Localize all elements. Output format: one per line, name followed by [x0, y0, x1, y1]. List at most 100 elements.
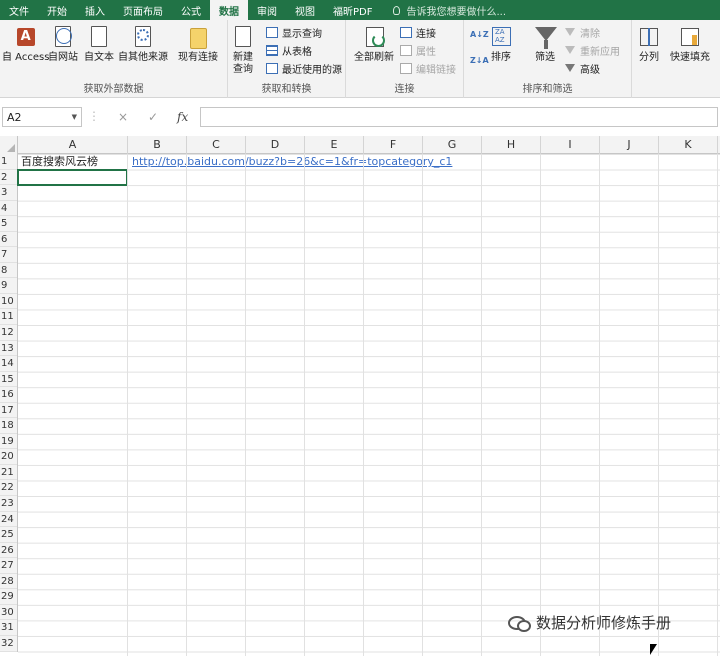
row-header-15[interactable]: 15	[0, 372, 17, 388]
tab-insert[interactable]: 插入	[76, 0, 114, 20]
row-header-3[interactable]: 3	[0, 185, 17, 201]
row-header-13[interactable]: 13	[0, 341, 17, 357]
from-access-button[interactable]: A 自 Access	[2, 24, 49, 64]
column-header-f[interactable]: F	[364, 136, 423, 154]
row-header-10[interactable]: 10	[0, 294, 17, 310]
gridline	[717, 154, 718, 656]
ribbon: A 自 Access 自网站 自文本 自其他来源 现有连接 获取外部数据 新建 …	[0, 20, 720, 98]
row-header-2[interactable]: 2	[0, 170, 17, 186]
group-label-get-transform: 获取和转换	[261, 84, 312, 95]
row-header-24[interactable]: 24	[0, 512, 17, 528]
column-header-i[interactable]: I	[541, 136, 600, 154]
reapply-button[interactable]: 重新应用	[564, 42, 620, 59]
ribbon-tab-bar: 文件 开始 插入 页面布局 公式 数据 审阅 视图 福昕PDF 告诉我您想要做什…	[0, 0, 720, 20]
row-header-5[interactable]: 5	[0, 216, 17, 232]
row-header-25[interactable]: 25	[0, 527, 17, 543]
lightbulb-icon	[393, 5, 401, 15]
from-table-button[interactable]: 从表格	[266, 42, 312, 59]
access-icon: A	[16, 28, 35, 46]
recent-sources-button[interactable]: 最近使用的源	[266, 60, 342, 77]
new-query-button[interactable]: 新建 查询	[232, 24, 254, 76]
table-icon	[266, 44, 278, 56]
tab-review[interactable]: 审阅	[248, 0, 286, 20]
tab-home[interactable]: 开始	[38, 0, 76, 20]
tab-foxit-pdf[interactable]: 福昕PDF	[324, 0, 381, 20]
column-header-c[interactable]: C	[187, 136, 246, 154]
advanced-filter-button[interactable]: 高级	[564, 60, 600, 77]
tell-me-search[interactable]: 告诉我您想要做什么...	[393, 0, 506, 20]
cell-b1-hyperlink[interactable]: http://top.baidu.com/buzz?b=26&c=1&fr=to…	[132, 154, 452, 169]
row-header-20[interactable]: 20	[0, 449, 17, 465]
row-header-4[interactable]: 4	[0, 201, 17, 217]
row-header-17[interactable]: 17	[0, 403, 17, 419]
from-text-button[interactable]: 自文本	[84, 24, 114, 64]
watermark: 数据分析师修炼手册	[508, 612, 671, 633]
row-header-32[interactable]: 32	[0, 636, 17, 652]
row-header-19[interactable]: 19	[0, 434, 17, 450]
row-header-8[interactable]: 8	[0, 263, 17, 279]
tab-data[interactable]: 数据	[210, 0, 248, 20]
row-header-30[interactable]: 30	[0, 605, 17, 621]
from-web-button[interactable]: 自网站	[48, 24, 78, 64]
gridline	[304, 154, 305, 656]
from-other-sources-button[interactable]: 自其他来源	[118, 24, 168, 64]
row-header-26[interactable]: 26	[0, 543, 17, 559]
column-header-g[interactable]: G	[423, 136, 482, 154]
worksheet-grid: ABCDEFGHIJK 1 2 3 4 5 6 7 8 9 10 11 12 13 14 15 16 17 18 1…	[0, 136, 720, 656]
row-header-28[interactable]: 28	[0, 574, 17, 590]
column-header-b[interactable]: B	[128, 136, 187, 154]
edit-links-button[interactable]: 编辑链接	[400, 60, 456, 77]
cancel-icon[interactable]: ×	[118, 110, 128, 124]
column-header-k[interactable]: K	[659, 136, 718, 154]
cell-a1[interactable]: 百度搜索风云榜	[21, 154, 98, 169]
column-header-e[interactable]: E	[305, 136, 364, 154]
row-header-11[interactable]: 11	[0, 309, 17, 326]
row-header-23[interactable]: 23	[0, 496, 17, 512]
column-header-d[interactable]: D	[246, 136, 305, 154]
group-sort-filter: A↓Z Z↓A ZA AZ 排序 筛选 清除 重新应用 高级 排序和筛选	[464, 20, 632, 98]
column-header-j[interactable]: J	[600, 136, 659, 154]
connections-icon	[400, 26, 412, 38]
row-header-29[interactable]: 29	[0, 589, 17, 605]
refresh-icon	[366, 27, 385, 47]
row-header-18[interactable]: 18	[0, 418, 17, 434]
clear-filter-button[interactable]: 清除	[564, 24, 600, 41]
group-data-tools: 分列 快速填充	[632, 20, 720, 98]
tab-view[interactable]: 视图	[286, 0, 324, 20]
existing-connections-button[interactable]: 现有连接	[178, 24, 218, 64]
row-header-1[interactable]: 1	[0, 154, 17, 170]
sort-button[interactable]: ZA AZ 排序	[490, 24, 512, 64]
sort-descending-button[interactable]: Z↓A	[470, 54, 489, 71]
filter-button[interactable]: 筛选	[534, 24, 557, 64]
column-header-a[interactable]: A	[18, 136, 128, 154]
tab-file[interactable]: 文件	[0, 0, 38, 20]
row-header-7[interactable]: 7	[0, 247, 17, 263]
globe-icon	[56, 28, 72, 44]
selected-cell-a2[interactable]	[17, 168, 128, 186]
refresh-all-button[interactable]: 全部刷新	[354, 24, 394, 64]
row-header-27[interactable]: 27	[0, 558, 17, 574]
row-header-16[interactable]: 16	[0, 387, 17, 403]
insert-function-icon[interactable]: fx	[177, 110, 188, 124]
row-header-6[interactable]: 6	[0, 232, 17, 248]
row-header-12[interactable]: 12	[0, 325, 17, 341]
sort-ascending-button[interactable]: A↓Z	[470, 28, 489, 45]
connections-button[interactable]: 连接	[400, 24, 436, 41]
text-to-columns-button[interactable]: 分列	[638, 24, 660, 64]
flash-fill-button[interactable]: 快速填充	[670, 24, 710, 64]
show-queries-button[interactable]: 显示查询	[266, 24, 322, 41]
row-header-21[interactable]: 21	[0, 465, 17, 481]
row-header-14[interactable]: 14	[0, 356, 17, 372]
properties-button[interactable]: 属性	[400, 42, 436, 59]
name-box[interactable]: A2 ▼	[2, 107, 82, 127]
row-header-22[interactable]: 22	[0, 480, 17, 497]
row-header-31[interactable]: 31	[0, 620, 17, 636]
select-all-button[interactable]	[0, 136, 18, 154]
row-header-9[interactable]: 9	[0, 278, 17, 294]
column-header-h[interactable]: H	[482, 136, 541, 154]
cell-area[interactable]: 百度搜索风云榜 http://top.baidu.com/buzz?b=26&c…	[17, 154, 720, 656]
tab-page-layout[interactable]: 页面布局	[114, 0, 172, 20]
formula-input[interactable]	[200, 107, 718, 127]
tab-formulas[interactable]: 公式	[172, 0, 210, 20]
enter-icon[interactable]: ✓	[148, 110, 158, 124]
